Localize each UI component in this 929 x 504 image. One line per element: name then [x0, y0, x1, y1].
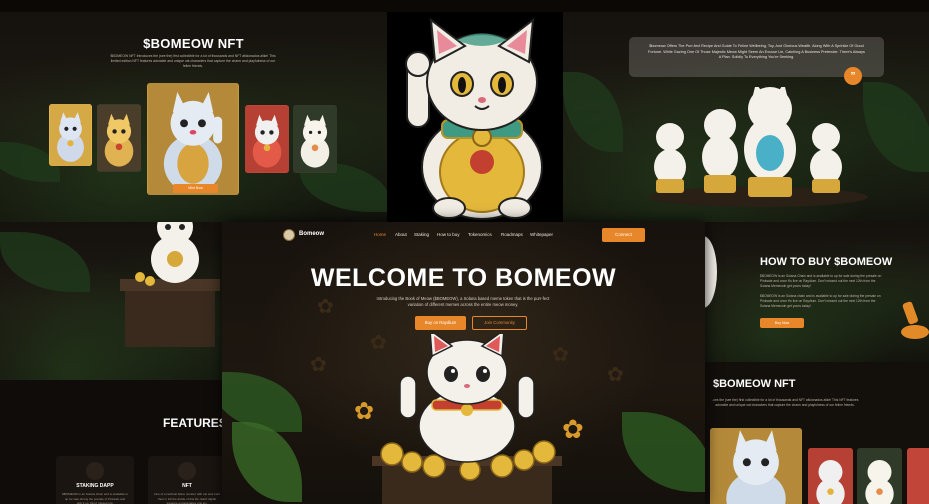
nft-card[interactable]	[808, 448, 853, 504]
nft-card[interactable]	[907, 448, 929, 504]
leaf-decoration	[563, 72, 623, 152]
cat-image	[148, 83, 238, 195]
paw-print-icon: ✿	[607, 364, 624, 386]
buy-on-raydium-button[interactable]: Buy on Raydium	[415, 316, 466, 330]
nft-section-preview-2: $BOMEOW NFT ..ces the (see the) first co…	[705, 362, 929, 504]
nav-how-to-buy[interactable]: How to buy	[437, 232, 460, 237]
feature-card[interactable]: STAKING DAPP $BOMEOW is an Solana chain …	[56, 456, 134, 504]
feature-card[interactable]: NFT One of a cardinal feline number with…	[148, 456, 226, 504]
leaf-decoration	[0, 232, 90, 292]
nft-card-featured[interactable]	[147, 83, 239, 195]
how-to-buy-section-preview: HOW TO BUY $BOMEOW $BOMEOW is an Solana …	[705, 222, 929, 362]
nft-icon	[178, 462, 196, 480]
nft-card[interactable]	[49, 104, 92, 166]
lucky-cats-group	[648, 87, 868, 207]
hero-description: Introducing the Book of Meow ($BOMEOW), …	[376, 296, 550, 307]
hero-title: WELCOME TO BOMEOW	[310, 264, 617, 292]
features-title: FEATURES	[163, 416, 227, 430]
nav-home[interactable]: Home	[374, 232, 386, 237]
feature-text: $BOMEOW is an Solana chain and is availa…	[62, 492, 128, 504]
cat-image	[49, 104, 92, 166]
quote-icon: ”	[844, 67, 862, 85]
nav-about[interactable]: About	[395, 232, 407, 237]
cat-image	[710, 428, 802, 504]
features-section-preview: FEATURES STAKING DAPP $BOMEOW is an Sola…	[0, 380, 230, 504]
small-cat-mid	[702, 109, 738, 193]
cat-image	[857, 448, 902, 504]
buy-now-button[interactable]: Buy Now	[760, 318, 804, 328]
nav-staking[interactable]: Staking	[414, 232, 429, 237]
nav-roadmaps[interactable]: Roadmaps	[501, 232, 523, 237]
nav-whitepaper[interactable]: Whitepaper	[530, 232, 553, 237]
how-to-buy-text: $BOMEOW is an Solana Chain and is availa…	[760, 274, 882, 288]
cat-image	[293, 106, 337, 172]
paw-print-icon: ✿	[317, 296, 334, 318]
join-community-button[interactable]: Join Community	[472, 316, 527, 330]
nft-card-featured[interactable]	[710, 428, 802, 504]
nft-section-description: ..ces the (see the) first collectible fo…	[711, 398, 859, 407]
cat-food-bowl-icon	[901, 301, 929, 339]
cat-image	[97, 105, 141, 171]
feature-label: STAKING DAPP	[76, 483, 114, 489]
maneki-neko-artwork	[387, 12, 563, 222]
logo-text[interactable]: Bomeow	[299, 231, 324, 237]
how-to-buy-text: $BOMEOW is an Solana chain and is availa…	[760, 294, 881, 308]
nav-tokenomics[interactable]: Tokenomics	[468, 232, 492, 237]
staking-icon	[86, 462, 104, 480]
leaf-decoration	[622, 412, 705, 492]
bomeow-logo-icon[interactable]	[283, 229, 295, 241]
feature-label: NFT	[182, 483, 192, 489]
nft-card[interactable]	[97, 104, 141, 172]
small-cat-left	[654, 123, 686, 193]
top-navigation: Bomeow Home About Staking How to buy Tok…	[222, 222, 705, 248]
paw-print-icon: ✿	[310, 354, 327, 376]
nft-card[interactable]	[857, 448, 902, 504]
about-section-preview: $bomeow Offers The Purr-fect Recipe And …	[563, 12, 929, 222]
cat-image	[808, 448, 853, 504]
leaf-decoration	[863, 82, 929, 172]
nft-section-title: $BOMEOW NFT	[713, 378, 796, 390]
nft-card[interactable]	[245, 105, 289, 173]
how-to-buy-title: HOW TO BUY $BOMEOW	[760, 256, 893, 268]
cat-image	[245, 106, 289, 172]
main-cat	[744, 87, 796, 197]
feature-text: One of a cardinal feline number with cat…	[154, 492, 220, 504]
nft-section-preview: $BOMEOW NFT $BOMEOW NFT Introduces the (…	[0, 12, 387, 222]
lucky-cat-illustration	[387, 12, 563, 222]
nft-card[interactable]	[293, 105, 337, 173]
small-cat-right	[810, 123, 842, 193]
cat-on-pedestal	[120, 222, 220, 347]
cat-partial-image	[705, 236, 717, 308]
connect-button[interactable]: Connect	[602, 228, 645, 242]
nft-section-description: $BOMEOW NFT Introduces the (see the) fir…	[110, 54, 276, 68]
hero-landing-page: Bomeow Home About Staking How to buy Tok…	[222, 222, 705, 504]
nft-section-title: $BOMEOW NFT	[143, 36, 244, 51]
hero-lucky-cat-illustration	[372, 334, 562, 504]
leaf-decoration	[232, 422, 302, 502]
collage-canvas: $BOMEOW NFT $BOMEOW NFT Introduces the (…	[0, 0, 929, 504]
about-quote-text: $bomeow Offers The Purr-fect Recipe And …	[648, 44, 865, 59]
mint-button[interactable]: Mint Now	[173, 184, 218, 193]
